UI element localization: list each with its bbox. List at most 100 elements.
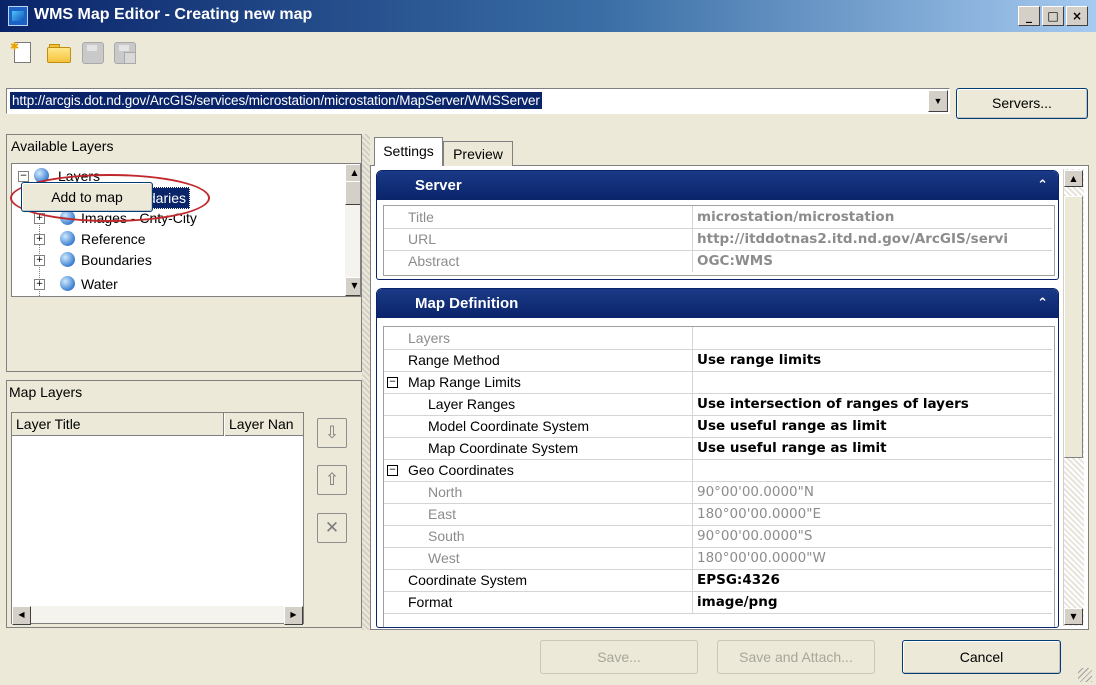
property-value: 180°00'00.0000"W: [692, 547, 1057, 569]
map-definition-grid: Layers Range Method Use range limits − M…: [383, 326, 1055, 627]
horizontal-scrollbar[interactable]: ◀ ▶: [12, 606, 303, 625]
available-layers-panel: Available Layers − Layers DOT Boundaries…: [6, 134, 362, 372]
section-title: Map Definition: [415, 295, 519, 312]
property-name: Title: [408, 209, 434, 225]
scroll-thumb[interactable]: [1064, 196, 1083, 458]
expand-icon[interactable]: +: [34, 255, 45, 266]
remove-layer-button[interactable]: ✕: [317, 513, 347, 543]
tree-item[interactable]: + Boundaries: [12, 250, 342, 270]
property-row[interactable]: URL http://itddotnas2.itd.nd.gov/ArcGIS/…: [384, 228, 1052, 251]
property-name: South: [428, 528, 465, 544]
property-row[interactable]: − Geo Coordinates: [384, 459, 1052, 482]
move-up-button[interactable]: ⇧: [317, 465, 347, 495]
property-value[interactable]: Use intersection of ranges of layers: [692, 393, 1057, 415]
save-as-icon[interactable]: [112, 40, 136, 64]
property-name: Layer Ranges: [428, 396, 516, 412]
property-value: 90°00'00.0000"S: [692, 525, 1057, 547]
tree-item-label: Water: [81, 276, 118, 292]
map-app-icon: [8, 6, 28, 26]
property-row[interactable]: Abstract OGC:WMS: [384, 250, 1052, 272]
scroll-right-icon[interactable]: ▶: [284, 606, 303, 625]
property-name: Abstract: [408, 253, 460, 269]
resize-grip-icon[interactable]: [1078, 668, 1092, 682]
scroll-thumb[interactable]: [345, 181, 360, 205]
property-row[interactable]: Coordinate System EPSG:4326: [384, 569, 1052, 592]
property-row[interactable]: Title microstation/microstation: [384, 206, 1052, 229]
server-section-header[interactable]: Server ⌃: [377, 171, 1058, 200]
tab-preview[interactable]: Preview: [443, 141, 513, 166]
panel-splitter[interactable]: [362, 134, 370, 630]
collapse-icon[interactable]: −: [18, 171, 29, 182]
property-row[interactable]: East 180°00'00.0000"E: [384, 503, 1052, 526]
scroll-down-icon[interactable]: ▼: [1064, 608, 1083, 625]
collapse-icon[interactable]: −: [387, 465, 398, 476]
property-value: 180°00'00.0000"E: [692, 503, 1057, 525]
property-row[interactable]: South 90°00'00.0000"S: [384, 525, 1052, 548]
map-definition-section-header[interactable]: Map Definition ⌃: [377, 289, 1058, 318]
server-properties-grid: Title microstation/microstation URL http…: [383, 205, 1055, 276]
tree-item[interactable]: + Water: [12, 274, 342, 294]
cancel-button[interactable]: Cancel: [902, 640, 1061, 674]
toolbar: ✱: [0, 32, 1096, 76]
servers-button[interactable]: Servers...: [956, 88, 1088, 119]
property-name: Layers: [408, 330, 451, 346]
tab-settings[interactable]: Settings: [374, 137, 443, 166]
section-title: Server: [415, 177, 462, 194]
property-value[interactable]: Use useful range as limit: [692, 437, 1057, 459]
collapse-chevron-icon[interactable]: ⌃: [1037, 171, 1048, 200]
globe-icon: [60, 231, 75, 246]
property-row[interactable]: North 90°00'00.0000"N: [384, 481, 1052, 504]
chevron-down-icon[interactable]: ▼: [928, 90, 948, 112]
property-row[interactable]: Format image/png: [384, 591, 1052, 614]
property-value[interactable]: image/png: [692, 591, 1057, 613]
property-name: North: [428, 484, 463, 500]
add-to-map-button[interactable]: Add to map: [21, 182, 153, 212]
property-row[interactable]: Map Coordinate System Use useful range a…: [384, 437, 1052, 460]
property-name: Map Coordinate System: [428, 440, 579, 456]
property-value[interactable]: Use useful range as limit: [692, 415, 1057, 437]
property-row[interactable]: Layer Ranges Use intersection of ranges …: [384, 393, 1052, 416]
window-title: WMS Map Editor - Creating new map: [34, 6, 313, 23]
scroll-left-icon[interactable]: ◀: [12, 606, 31, 625]
save-icon[interactable]: [80, 40, 104, 64]
globe-icon: [60, 252, 75, 267]
tree-item[interactable]: + Reference: [12, 229, 342, 249]
property-row[interactable]: Layers: [384, 327, 1052, 350]
tree-item-label: Boundaries: [81, 252, 152, 268]
open-icon[interactable]: [46, 40, 71, 64]
property-group-name: Geo Coordinates: [408, 462, 514, 478]
property-name: Model Coordinate System: [428, 418, 590, 434]
new-icon[interactable]: ✱: [10, 40, 34, 64]
property-value[interactable]: Use range limits: [692, 349, 1057, 371]
column-header-layer-name[interactable]: Layer Nan: [225, 413, 303, 436]
close-button[interactable]: ×: [1066, 6, 1088, 26]
property-row[interactable]: West 180°00'00.0000"W: [384, 547, 1052, 570]
expand-icon[interactable]: +: [34, 279, 45, 290]
collapse-icon[interactable]: −: [387, 377, 398, 388]
server-url-combobox[interactable]: http://arcgis.dot.nd.gov/ArcGIS/services…: [6, 88, 950, 114]
collapse-chevron-icon[interactable]: ⌃: [1037, 289, 1048, 318]
property-row[interactable]: Range Method Use range limits: [384, 349, 1052, 372]
property-row[interactable]: − Map Range Limits: [384, 371, 1052, 394]
save-button[interactable]: Save...: [540, 640, 698, 674]
map-layers-list[interactable]: Layer Title Layer Nan ◀ ▶: [11, 412, 304, 625]
minimize-button[interactable]: _: [1018, 6, 1040, 26]
expand-icon[interactable]: +: [34, 234, 45, 245]
save-and-attach-button[interactable]: Save and Attach...: [717, 640, 875, 674]
move-down-button[interactable]: ⇩: [317, 418, 347, 448]
column-header-layer-title[interactable]: Layer Title: [12, 413, 224, 436]
property-value: 90°00'00.0000"N: [692, 481, 1057, 503]
title-bar[interactable]: WMS Map Editor - Creating new map _ □ ×: [0, 0, 1096, 32]
property-row[interactable]: Model Coordinate System Use useful range…: [384, 415, 1052, 438]
property-name: Coordinate System: [408, 572, 528, 588]
property-group-name: Map Range Limits: [408, 374, 521, 390]
maximize-button[interactable]: □: [1042, 6, 1064, 26]
server-url-text[interactable]: http://arcgis.dot.nd.gov/ArcGIS/services…: [10, 92, 542, 109]
scroll-up-icon[interactable]: ▲: [1064, 170, 1083, 187]
property-name: URL: [408, 231, 437, 247]
scroll-down-icon[interactable]: ▼: [345, 277, 360, 296]
property-value: [692, 327, 1057, 349]
property-name: East: [428, 506, 457, 522]
tree-scrollbar[interactable]: ▲ ▼: [345, 164, 360, 296]
property-value[interactable]: EPSG:4326: [692, 569, 1057, 591]
